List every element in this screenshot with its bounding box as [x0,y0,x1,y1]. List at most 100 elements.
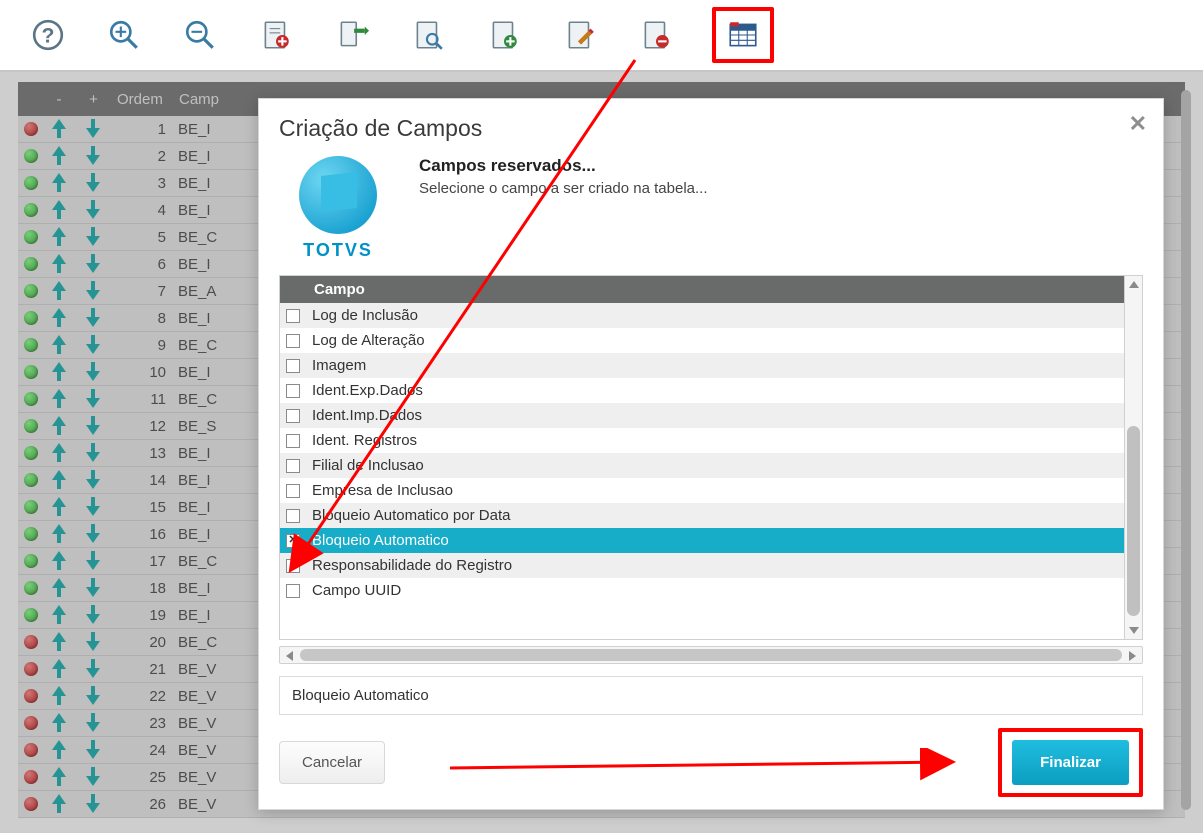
field-option[interactable]: Log de Inclusão [280,303,1124,328]
table-grid-icon[interactable] [712,7,774,63]
doc-new-icon[interactable] [484,15,524,55]
field-option[interactable]: Log de Alteração [280,328,1124,353]
checkbox[interactable] [286,509,300,523]
checkbox[interactable] [286,559,300,573]
field-option[interactable]: Ident.Imp.Dados [280,403,1124,428]
cancel-button[interactable]: Cancelar [279,741,385,784]
checkbox[interactable] [286,434,300,448]
zoom-out-icon[interactable] [180,15,220,55]
move-down-icon[interactable] [86,335,100,355]
move-up-icon[interactable] [52,416,66,436]
doc-search-icon[interactable] [408,15,448,55]
field-option[interactable]: Ident. Registros [280,428,1124,453]
move-up-icon[interactable] [52,767,66,787]
field-option[interactable]: Filial de Inclusao [280,453,1124,478]
doc-export-icon[interactable] [332,15,372,55]
move-up-icon[interactable] [52,281,66,301]
move-up-icon[interactable] [52,443,66,463]
move-up-icon[interactable] [52,551,66,571]
checkbox[interactable] [286,459,300,473]
doc-edit-icon[interactable] [560,15,600,55]
move-down-icon[interactable] [86,173,100,193]
move-up-icon[interactable] [52,578,66,598]
field-option[interactable]: Empresa de Inclusao [280,478,1124,503]
move-down-icon[interactable] [86,389,100,409]
move-up-icon[interactable] [52,173,66,193]
finalize-highlight: Finalizar [998,728,1143,797]
move-up-icon[interactable] [52,389,66,409]
field-option[interactable]: Bloqueio Automatico por Data [280,503,1124,528]
checkbox[interactable] [286,409,300,423]
move-up-icon[interactable] [52,335,66,355]
horizontal-scrollbar[interactable] [279,646,1143,664]
move-down-icon[interactable] [86,308,100,328]
order-cell: 8 [110,310,172,327]
move-down-icon[interactable] [86,281,100,301]
checkbox[interactable] [286,534,300,548]
move-down-icon[interactable] [86,686,100,706]
doc-delete-icon[interactable] [636,15,676,55]
right-scrollbar[interactable] [1181,90,1191,810]
move-down-icon[interactable] [86,632,100,652]
move-down-icon[interactable] [86,416,100,436]
order-cell: 6 [110,256,172,273]
checkbox[interactable] [286,384,300,398]
move-up-icon[interactable] [52,497,66,517]
move-down-icon[interactable] [86,470,100,490]
field-option[interactable]: Ident.Exp.Dados [280,378,1124,403]
checkbox[interactable] [286,334,300,348]
checkbox[interactable] [286,584,300,598]
move-down-icon[interactable] [86,497,100,517]
move-up-icon[interactable] [52,227,66,247]
order-cell: 9 [110,337,172,354]
field-option[interactable]: Campo UUID [280,578,1124,603]
move-down-icon[interactable] [86,119,100,139]
move-up-icon[interactable] [52,713,66,733]
move-up-icon[interactable] [52,605,66,625]
move-down-icon[interactable] [86,794,100,814]
move-up-icon[interactable] [52,200,66,220]
move-up-icon[interactable] [52,119,66,139]
move-up-icon[interactable] [52,362,66,382]
checkbox[interactable] [286,484,300,498]
close-icon[interactable]: ✕ [1129,111,1147,137]
finalize-button[interactable]: Finalizar [1012,740,1129,785]
move-up-icon[interactable] [52,308,66,328]
zoom-in-icon[interactable] [104,15,144,55]
status-dot [24,473,38,487]
move-down-icon[interactable] [86,146,100,166]
move-down-icon[interactable] [86,443,100,463]
checkbox[interactable] [286,309,300,323]
order-cell: 18 [110,580,172,597]
move-down-icon[interactable] [86,659,100,679]
move-down-icon[interactable] [86,362,100,382]
move-down-icon[interactable] [86,524,100,544]
move-down-icon[interactable] [86,254,100,274]
move-up-icon[interactable] [52,524,66,544]
move-up-icon[interactable] [52,794,66,814]
move-down-icon[interactable] [86,578,100,598]
doc-add-icon[interactable] [256,15,296,55]
checkbox[interactable] [286,359,300,373]
move-down-icon[interactable] [86,227,100,247]
move-down-icon[interactable] [86,713,100,733]
move-up-icon[interactable] [52,470,66,490]
move-up-icon[interactable] [52,740,66,760]
move-down-icon[interactable] [86,605,100,625]
move-up-icon[interactable] [52,659,66,679]
help-icon[interactable]: ? [28,15,68,55]
field-option[interactable]: Responsabilidade do Registro [280,553,1124,578]
move-down-icon[interactable] [86,767,100,787]
status-dot [24,257,38,271]
move-down-icon[interactable] [86,200,100,220]
move-down-icon[interactable] [86,551,100,571]
vertical-scrollbar[interactable] [1125,275,1143,640]
move-up-icon[interactable] [52,632,66,652]
field-option[interactable]: Bloqueio Automatico [280,528,1124,553]
move-up-icon[interactable] [52,146,66,166]
field-list: Campo Log de InclusãoLog de AlteraçãoIma… [279,275,1125,640]
move-up-icon[interactable] [52,686,66,706]
field-option[interactable]: Imagem [280,353,1124,378]
move-up-icon[interactable] [52,254,66,274]
move-down-icon[interactable] [86,740,100,760]
